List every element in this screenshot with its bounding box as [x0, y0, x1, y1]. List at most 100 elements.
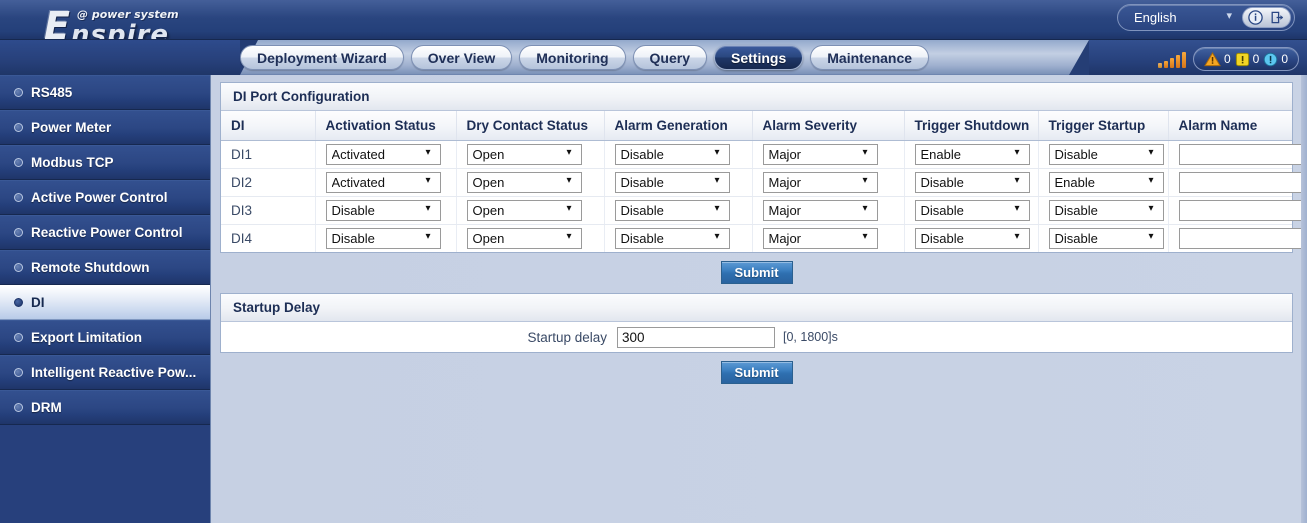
header-right-group: English ▾: [1117, 4, 1295, 31]
select-value: Open: [472, 202, 505, 218]
tab-bar-left-cap: [0, 40, 258, 75]
chevron-down-icon: ▾: [862, 230, 868, 242]
select-value: Disable: [620, 230, 664, 246]
di-submit-button[interactable]: Submit: [720, 261, 793, 284]
tab-query[interactable]: Query: [632, 45, 708, 70]
alarm-count: 0: [1281, 52, 1288, 66]
sidebar-item-power-meter[interactable]: Power Meter: [0, 110, 210, 145]
table-row: DI2 Activated ▾ Open ▾ Disable ▾ Major ▾…: [221, 168, 1305, 197]
cell-di: DI4: [221, 224, 316, 252]
activation-status-select[interactable]: Activated ▾: [325, 171, 441, 193]
select-value: Major: [768, 230, 802, 246]
bullet-icon: [14, 228, 23, 237]
cell-activation-status: Activated ▾: [315, 168, 457, 197]
sidebar-item-modbus-tcp[interactable]: Modbus TCP: [0, 145, 210, 180]
sidebar-item-di[interactable]: DI: [0, 285, 210, 320]
info-icon[interactable]: [1245, 9, 1266, 26]
alarm-severity-select[interactable]: Major ▾: [762, 171, 878, 193]
cell-dry-contact-status: Open ▾: [456, 168, 605, 197]
chevron-down-icon: ▾: [862, 202, 868, 214]
select-value: Disable: [1054, 202, 1098, 218]
cell-alarm-generation: Disable ▾: [604, 196, 753, 225]
tab-deployment-wizard[interactable]: Deployment Wizard: [240, 45, 404, 70]
tab-settings[interactable]: Settings: [714, 45, 804, 70]
tab-over-view[interactable]: Over View: [410, 45, 513, 70]
trigger-startup-select[interactable]: Disable ▾: [1048, 199, 1164, 221]
logout-icon[interactable]: [1267, 9, 1288, 26]
trigger-startup-select[interactable]: Disable ▾: [1048, 143, 1164, 165]
activation-status-select[interactable]: Disable ▾: [325, 227, 441, 249]
alarm-name-input[interactable]: [1178, 143, 1305, 165]
di-submit-row: Submit: [220, 253, 1293, 293]
activation-status-select[interactable]: Activated ▾: [325, 143, 441, 165]
sidebar-item-label: Remote Shutdown: [31, 260, 150, 275]
startup-delay-input[interactable]: [617, 326, 775, 348]
tab-label: Settings: [731, 49, 787, 66]
activation-status-select[interactable]: Disable ▾: [325, 199, 441, 221]
alarm-name-input[interactable]: [1178, 171, 1305, 193]
chevron-down-icon: ▾: [566, 174, 572, 186]
sidebar-item-reactive-power-control[interactable]: Reactive Power Control: [0, 215, 210, 250]
trigger-startup-select[interactable]: Disable ▾: [1048, 227, 1164, 249]
trigger-shutdown-select[interactable]: Enable ▾: [914, 143, 1030, 165]
cell-dry-contact-status: Open ▾: [456, 140, 605, 169]
column-header-activation-status: Activation Status: [315, 111, 457, 141]
dry-contact-status-select[interactable]: Open ▾: [466, 171, 582, 193]
main-content: DI Port Configuration DI Activation Stat…: [212, 75, 1307, 523]
dry-contact-status-select[interactable]: Open ▾: [466, 143, 582, 165]
alarm-name-input[interactable]: [1178, 227, 1305, 249]
table-row: DI3 Disable ▾ Open ▾ Disable ▾ Major ▾ D…: [221, 196, 1305, 225]
critical-alarm-icon: [1204, 51, 1221, 66]
startup-delay-range-hint: [0, 1800]s: [783, 330, 838, 344]
cell-trigger-shutdown: Disable ▾: [904, 168, 1039, 197]
tab-monitoring[interactable]: Monitoring: [519, 45, 626, 70]
alarm-generation-select[interactable]: Disable ▾: [614, 143, 730, 165]
select-value: Major: [768, 146, 802, 162]
language-select[interactable]: English ▾: [1126, 7, 1238, 28]
sidebar-item-active-power-control[interactable]: Active Power Control: [0, 180, 210, 215]
trigger-startup-select[interactable]: Enable ▾: [1048, 171, 1164, 193]
dry-contact-status-select[interactable]: Open ▾: [466, 199, 582, 221]
bullet-icon: [14, 123, 23, 132]
panel-title-text: DI Port Configuration: [233, 89, 370, 104]
sidebar-item-label: Active Power Control: [31, 190, 168, 205]
trigger-shutdown-select[interactable]: Disable ▾: [914, 171, 1030, 193]
minor-alarm-counter[interactable]: 0: [1263, 52, 1288, 67]
cell-trigger-startup: Disable ▾: [1038, 224, 1169, 252]
alarm-severity-select[interactable]: Major ▾: [762, 143, 878, 165]
major-alarm-counter[interactable]: 0: [1235, 52, 1259, 67]
content-right-edge: [1301, 75, 1307, 523]
trigger-shutdown-select[interactable]: Disable ▾: [914, 227, 1030, 249]
chevron-down-icon: ▾: [425, 146, 431, 158]
sidebar-item-drm[interactable]: DRM: [0, 390, 210, 425]
chevron-down-icon: ▾: [714, 230, 720, 242]
alarm-severity-select[interactable]: Major ▾: [762, 227, 878, 249]
dry-contact-status-select[interactable]: Open ▾: [466, 227, 582, 249]
trigger-shutdown-select[interactable]: Disable ▾: [914, 199, 1030, 221]
chevron-down-icon: ▾: [566, 230, 572, 242]
startup-delay-label: Startup delay: [527, 329, 607, 345]
status-indicator-group: 0 0 0: [1157, 44, 1299, 71]
sidebar-item-rs485[interactable]: RS485: [0, 75, 210, 110]
startup-delay-submit-row: Submit: [220, 353, 1293, 393]
language-select-value: English: [1134, 10, 1177, 25]
sidebar-item-intelligent-reactive-power[interactable]: Intelligent Reactive Pow...: [0, 355, 210, 390]
bullet-icon: [14, 368, 23, 377]
column-header-dry-contact-status: Dry Contact Status: [456, 111, 605, 141]
alarm-severity-select[interactable]: Major ▾: [762, 199, 878, 221]
sidebar-item-label: Export Limitation: [31, 330, 142, 345]
sidebar-item-export-limitation[interactable]: Export Limitation: [0, 320, 210, 355]
alarm-generation-select[interactable]: Disable ▾: [614, 227, 730, 249]
sidebar-item-label: Reactive Power Control: [31, 225, 183, 240]
major-alarm-icon: [1235, 52, 1249, 66]
tab-maintenance[interactable]: Maintenance: [810, 45, 930, 70]
startup-delay-submit-button[interactable]: Submit: [720, 361, 793, 384]
select-value: Open: [472, 146, 505, 162]
sidebar-item-remote-shutdown[interactable]: Remote Shutdown: [0, 250, 210, 285]
select-value: Disable: [620, 174, 664, 190]
panel-title: Startup Delay: [221, 294, 1292, 322]
alarm-generation-select[interactable]: Disable ▾: [614, 171, 730, 193]
critical-alarm-counter[interactable]: 0: [1204, 51, 1231, 67]
alarm-generation-select[interactable]: Disable ▾: [614, 199, 730, 221]
alarm-name-input[interactable]: [1178, 199, 1305, 221]
